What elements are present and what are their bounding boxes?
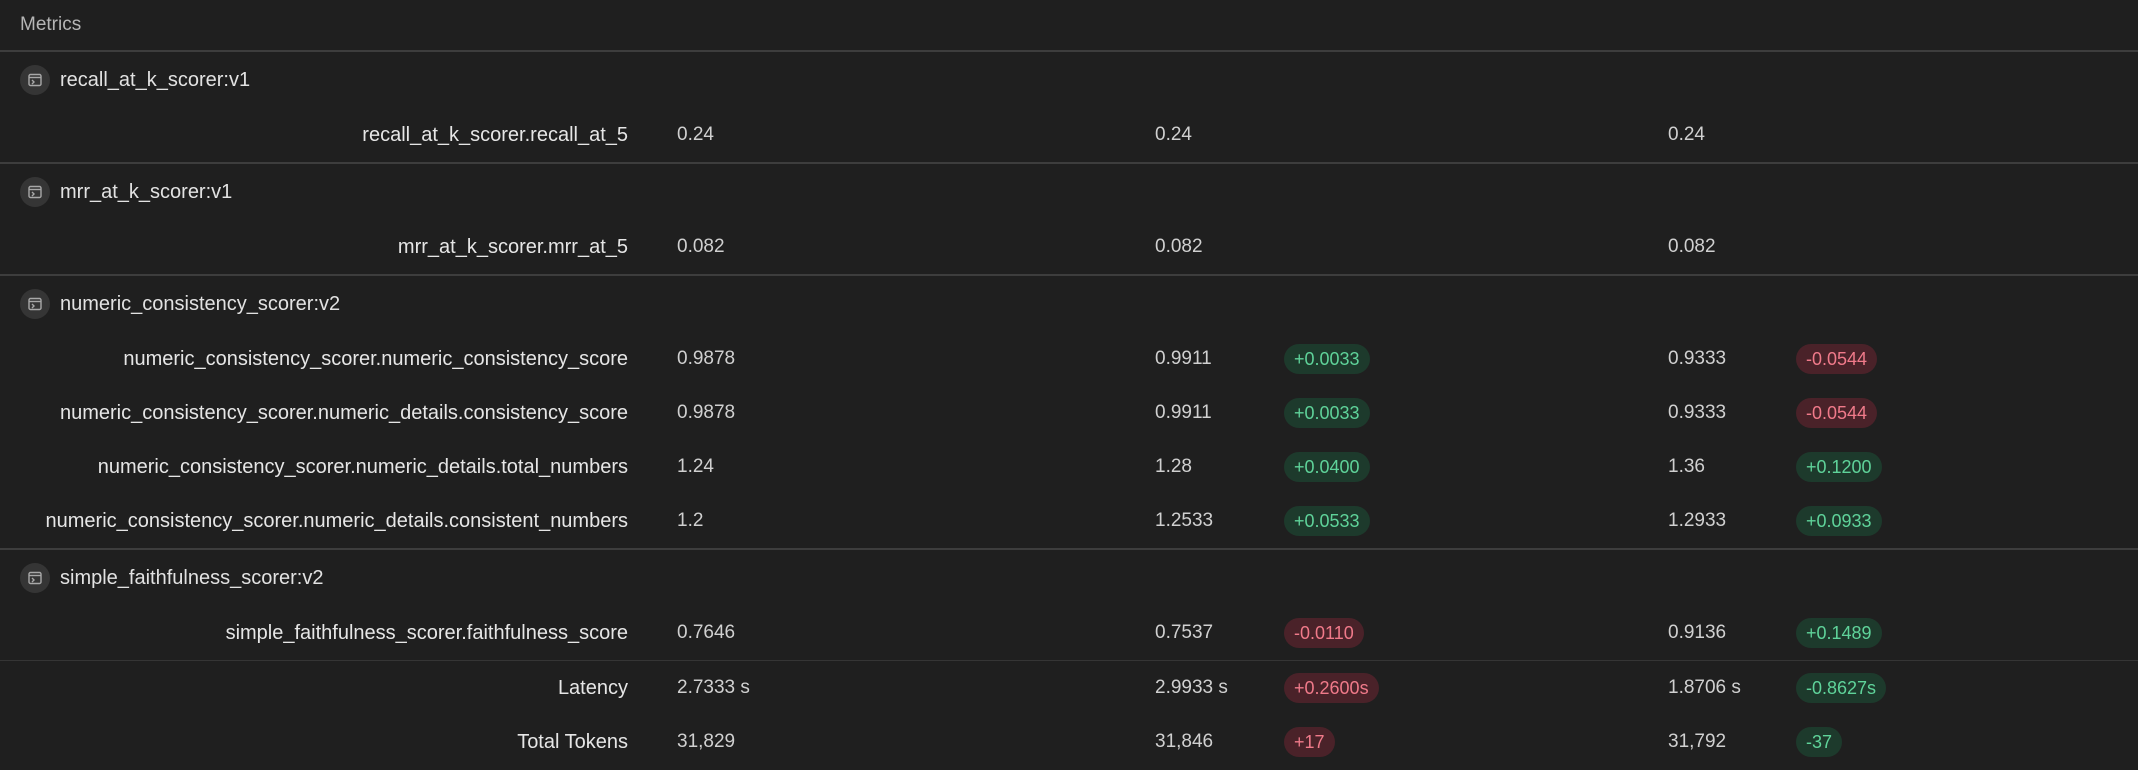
- metric-row: Latency 2.7333 s 2.9933 s +0.2600s 1.8706 s -…: [0, 661, 2138, 715]
- metric-label: recall_at_k_scorer.recall_at_5: [362, 124, 628, 146]
- metric-value-compare-1: 0.7537: [1155, 622, 1214, 643]
- metric-label: simple_faithfulness_scorer.faithfulness_…: [225, 622, 628, 644]
- summary-group: Latency 2.7333 s 2.9933 s +0.2600s 1.8706 s -…: [0, 661, 2138, 769]
- delta-badge-compare-2: +0.1489: [1796, 618, 1882, 648]
- metric-value-baseline: 31,829: [677, 731, 736, 752]
- metric-value-compare-1: 2.9933 s: [1155, 677, 1228, 698]
- metric-row: Total Tokens 31,829 31,846 +17 31,792 -37: [0, 715, 2138, 769]
- metric-value-compare-1: 1.28: [1155, 456, 1192, 477]
- metric-value-compare-1: 0.24: [1155, 124, 1192, 145]
- scorer-group-title: mrr_at_k_scorer:v1: [60, 180, 233, 203]
- metric-value-compare-2: 0.24: [1668, 124, 1705, 145]
- delta-badge-compare-2: -0.8627s: [1796, 673, 1887, 703]
- metric-value-compare-2: 0.9333: [1668, 348, 1727, 369]
- metric-label: Latency: [557, 677, 628, 699]
- metric-value-compare-2: 0.9333: [1668, 402, 1727, 423]
- metric-value-baseline: 2.7333 s: [677, 677, 750, 698]
- metrics-groups: recall_at_k_scorer:v1 recall_at_k_scorer.…: [0, 52, 2138, 769]
- metric-label: mrr_at_k_scorer.mrr_at_5: [397, 236, 628, 258]
- delta-badge-compare-1: -0.0110: [1284, 618, 1364, 648]
- scorer-group-title: simple_faithfulness_scorer:v2: [60, 566, 324, 589]
- delta-badge-compare-1: +0.0033: [1284, 344, 1370, 374]
- scorer-group: simple_faithfulness_scorer:v2 simple_fait…: [0, 550, 2138, 660]
- metric-value-compare-1: 0.9911: [1155, 348, 1212, 369]
- delta-badge-compare-1: +0.0033: [1284, 398, 1370, 428]
- metric-row: mrr_at_k_scorer.mrr_at_5 0.082 0.082 0.082: [0, 220, 2138, 274]
- scorer-group-header: mrr_at_k_scorer:v1: [0, 164, 2138, 220]
- metric-label: numeric_consistency_scorer.numeric_detai…: [45, 510, 629, 532]
- scorer-group: numeric_consistency_scorer:v2 numeric_con…: [0, 276, 2138, 548]
- metric-value-baseline: 1.2: [677, 510, 704, 531]
- delta-badge-compare-2: -0.0544: [1796, 398, 1878, 428]
- scorer-group-header: recall_at_k_scorer:v1: [0, 52, 2138, 108]
- metric-label: numeric_consistency_scorer.numeric_detai…: [59, 402, 628, 424]
- metrics-header: Metrics: [0, 0, 2138, 52]
- metric-value-baseline: 0.9878: [677, 348, 736, 369]
- scorer-icon: [20, 289, 50, 319]
- metric-value-compare-2: 1.2933: [1668, 510, 1727, 531]
- metric-value-compare-2: 1.36: [1668, 456, 1705, 477]
- scorer-group: mrr_at_k_scorer:v1 mrr_at_k_scorer.mrr_at…: [0, 164, 2138, 274]
- metric-value-baseline: 0.24: [677, 124, 714, 145]
- delta-badge-compare-2: +0.1200: [1796, 452, 1882, 482]
- scorer-icon: [20, 177, 50, 207]
- metric-label: numeric_consistency_scorer.numeric_detai…: [97, 456, 628, 478]
- metric-value-compare-2: 0.9136: [1668, 622, 1727, 643]
- scorer-icon: [20, 65, 50, 95]
- scorer-group-title: numeric_consistency_scorer:v2: [60, 292, 341, 315]
- metric-row: numeric_consistency_scorer.numeric_detai…: [0, 386, 2138, 440]
- delta-badge-compare-2: -37: [1796, 727, 1843, 757]
- metrics-panel: Metrics recall_at_k_scorer:v1 recall_at_k…: [0, 0, 2138, 770]
- scorer-icon: [20, 563, 50, 593]
- metrics-title: Metrics: [20, 14, 82, 35]
- metric-value-baseline: 1.24: [677, 456, 714, 477]
- scorer-group-header: simple_faithfulness_scorer:v2: [0, 550, 2138, 606]
- delta-badge-compare-1: +0.0400: [1284, 452, 1370, 482]
- metric-value-compare-1: 1.2533: [1155, 510, 1214, 531]
- delta-badge-compare-1: +0.0533: [1284, 506, 1370, 536]
- metric-row: simple_faithfulness_scorer.faithfulness_…: [0, 606, 2138, 660]
- metric-value-baseline: 0.7646: [677, 622, 736, 643]
- metric-value-compare-1: 0.082: [1155, 236, 1203, 257]
- metric-value-compare-1: 31,846: [1155, 731, 1214, 752]
- metric-row: numeric_consistency_scorer.numeric_consi…: [0, 332, 2138, 386]
- scorer-group-header: numeric_consistency_scorer:v2: [0, 276, 2138, 332]
- metric-row: numeric_consistency_scorer.numeric_detai…: [0, 440, 2138, 494]
- metric-value-compare-1: 0.9911: [1155, 402, 1212, 423]
- metric-value-compare-2: 31,792: [1668, 731, 1727, 752]
- metric-row: recall_at_k_scorer.recall_at_5 0.24 0.24 0.…: [0, 108, 2138, 162]
- scorer-group: recall_at_k_scorer:v1 recall_at_k_scorer.…: [0, 52, 2138, 162]
- metric-value-baseline: 0.082: [677, 236, 725, 257]
- metric-value-baseline: 0.9878: [677, 402, 736, 423]
- metric-label: Total Tokens: [517, 731, 628, 753]
- delta-badge-compare-1: +17: [1284, 727, 1335, 757]
- delta-badge-compare-2: +0.0933: [1796, 506, 1882, 536]
- metric-value-compare-2: 1.8706 s: [1668, 677, 1741, 698]
- metric-value-compare-2: 0.082: [1668, 236, 1716, 257]
- metric-row: numeric_consistency_scorer.numeric_detai…: [0, 494, 2138, 548]
- scorer-group-title: recall_at_k_scorer:v1: [60, 68, 251, 91]
- metric-label: numeric_consistency_scorer.numeric_consi…: [123, 348, 628, 370]
- delta-badge-compare-2: -0.0544: [1796, 344, 1878, 374]
- delta-badge-compare-1: +0.2600s: [1284, 673, 1379, 703]
